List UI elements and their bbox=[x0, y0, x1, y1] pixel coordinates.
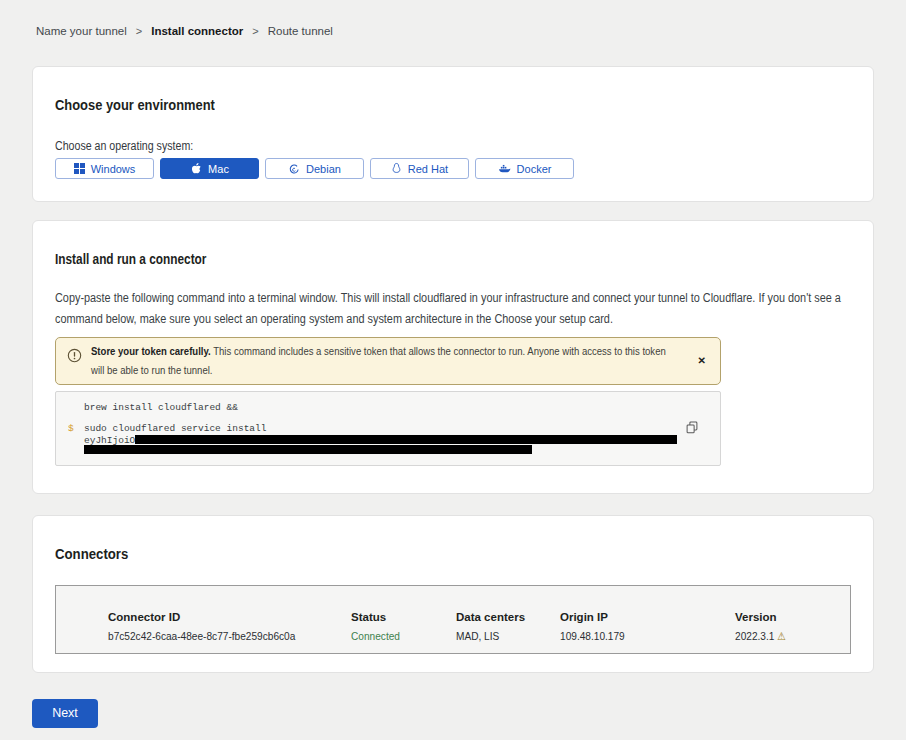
os-button-row: Windows Mac Debian Red Hat bbox=[55, 158, 851, 179]
copy-icon[interactable] bbox=[686, 421, 698, 437]
os-button-debian[interactable]: Debian bbox=[265, 158, 364, 179]
card-title: Connectors bbox=[55, 545, 755, 562]
redhat-icon bbox=[391, 162, 402, 175]
connector-status: Connected bbox=[351, 630, 443, 643]
terminal-prompt: $ bbox=[68, 424, 74, 435]
next-button[interactable]: Next bbox=[32, 699, 98, 728]
close-icon[interactable]: ✕ bbox=[698, 356, 706, 366]
os-label: Choose an operating system: bbox=[55, 138, 732, 154]
version-warning-icon: ⚠ bbox=[777, 630, 786, 642]
card-title: Install and run a connector bbox=[55, 250, 684, 267]
connector-row: b7c52c42-6caa-48ee-8c77-fbe259cb6c0a Con… bbox=[108, 630, 850, 643]
windows-icon bbox=[74, 163, 85, 174]
col-data-centers: Data centers bbox=[456, 611, 560, 630]
docker-icon bbox=[498, 163, 511, 174]
os-button-windows[interactable]: Windows bbox=[55, 158, 154, 179]
os-button-docker[interactable]: Docker bbox=[475, 158, 574, 179]
connectors-card: Connectors Connector ID Status Data cent… bbox=[32, 515, 874, 673]
col-status: Status bbox=[351, 611, 456, 630]
token-warning-banner: Store your token carefully. This command… bbox=[55, 337, 721, 385]
connector-version: 2022.3.1 ⚠ bbox=[735, 630, 836, 643]
breadcrumb-step-route-tunnel[interactable]: Route tunnel bbox=[268, 25, 333, 37]
token-warning-text: Store your token carefully. This command… bbox=[91, 342, 783, 380]
code-line-1: brew install cloudflared && bbox=[84, 403, 700, 414]
connectors-table-header: Connector ID Status Data centers Origin … bbox=[108, 611, 850, 630]
os-button-redhat[interactable]: Red Hat bbox=[370, 158, 469, 179]
connector-data-centers: MAD, LIS bbox=[456, 630, 548, 643]
breadcrumb: Name your tunnel > Install connector > R… bbox=[0, 0, 906, 39]
connectors-table: Connector ID Status Data centers Origin … bbox=[55, 585, 851, 654]
col-connector-id: Connector ID bbox=[108, 611, 351, 630]
redacted-token-bar bbox=[84, 445, 532, 454]
install-command-codeblock[interactable]: $ brew install cloudflared && sudo cloud… bbox=[55, 391, 721, 466]
os-button-mac[interactable]: Mac bbox=[160, 158, 259, 179]
col-origin-ip: Origin IP bbox=[560, 611, 735, 630]
code-line-token: eyJhIjoiO bbox=[84, 435, 700, 446]
redacted-token-bar bbox=[135, 435, 677, 444]
choose-environment-card: Choose your environment Choose an operat… bbox=[32, 66, 874, 202]
connector-origin-ip: 109.48.10.179 bbox=[560, 630, 714, 643]
install-description: Copy-paste the following command into a … bbox=[55, 288, 851, 330]
connector-id: b7c52c42-6caa-48ee-8c77-fbe259cb6c0a bbox=[108, 630, 322, 643]
breadcrumb-step-install-connector: Install connector bbox=[151, 25, 243, 37]
breadcrumb-separator: > bbox=[252, 25, 258, 37]
code-line-2: sudo cloudflared service install bbox=[84, 424, 700, 435]
card-title: Choose your environment bbox=[55, 96, 740, 113]
breadcrumb-step-name-your-tunnel[interactable]: Name your tunnel bbox=[36, 25, 127, 37]
debian-icon bbox=[288, 163, 300, 175]
alert-circle-icon bbox=[67, 348, 82, 380]
col-version: Version bbox=[735, 611, 850, 630]
install-connector-card: Install and run a connector Copy-paste t… bbox=[32, 220, 874, 494]
breadcrumb-separator: > bbox=[136, 25, 142, 37]
apple-icon bbox=[190, 162, 202, 175]
